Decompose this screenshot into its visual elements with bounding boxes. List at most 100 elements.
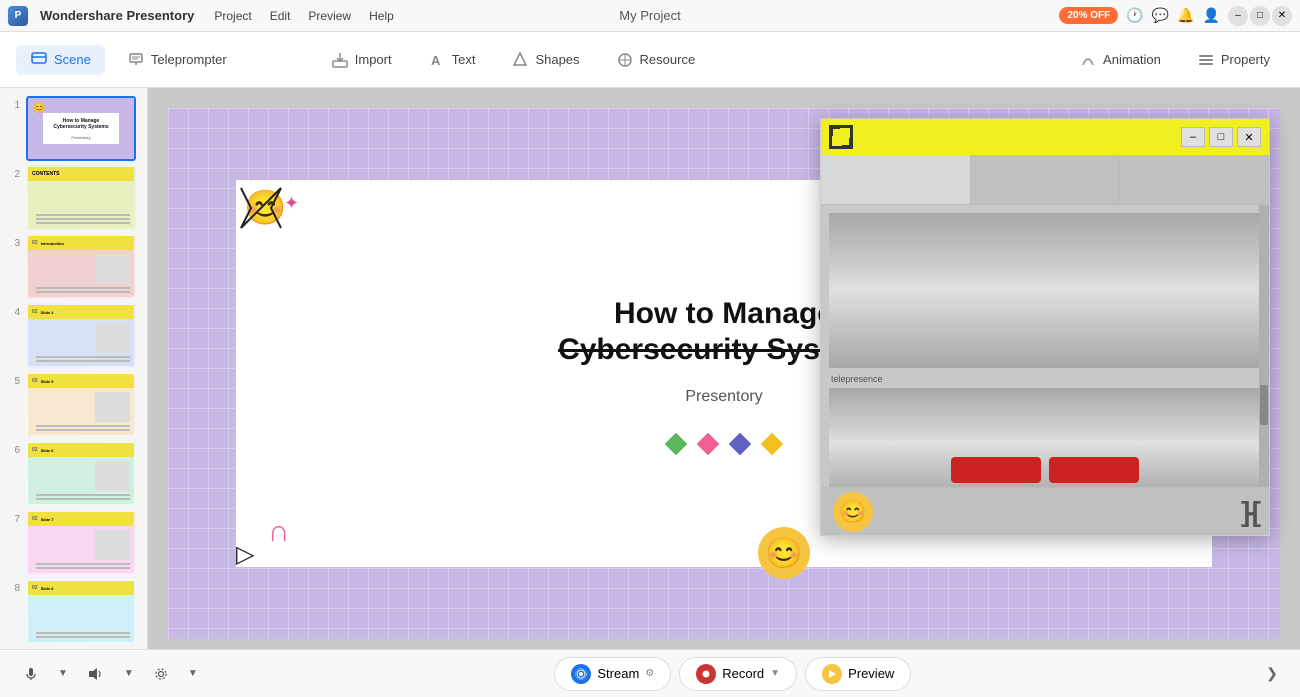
float-red-btn-2[interactable] — [1049, 457, 1139, 483]
menu-edit[interactable]: Edit — [262, 5, 299, 27]
slide-item-7[interactable]: 7 02 Slide 7 — [8, 510, 139, 575]
toolbar-text[interactable]: A Text — [414, 45, 490, 75]
settings-icon — [154, 667, 168, 681]
slide-item-8[interactable]: 8 02 Slide 8 — [8, 579, 139, 644]
speaker-icon — [88, 667, 104, 681]
scene-icon — [30, 51, 48, 69]
import-icon — [331, 51, 349, 69]
stream-icon — [571, 664, 591, 684]
title-bar-right: 20% OFF 🕐 💬 🔔 👤 – □ ✕ — [1059, 6, 1292, 26]
menu-project[interactable]: Project — [206, 5, 259, 27]
scroll-thumb[interactable] — [1260, 385, 1268, 425]
slide-thumb-7[interactable]: 02 Slide 7 — [26, 510, 136, 575]
slide-num-3: 3 — [8, 238, 20, 249]
preview-icon — [822, 664, 842, 684]
expand-button[interactable]: ❯ — [1260, 662, 1284, 686]
slide-item-1[interactable]: 1 How to ManageCybersecurity Systems Pre… — [8, 96, 139, 161]
slide-num-5: 5 — [8, 376, 20, 387]
teleprompter-icon — [127, 51, 145, 69]
toolbar-shapes[interactable]: Shapes — [497, 45, 593, 75]
slide-thumb-3[interactable]: 02 Introduction — [26, 234, 136, 299]
bottom-bar: ▼ ▼ ▼ Stream ⚙ Record ▼ — [0, 649, 1300, 697]
float-maximize-button[interactable]: □ — [1209, 127, 1233, 147]
slide-num-4: 4 — [8, 307, 20, 318]
slide-item-2[interactable]: 2 CONTENTS — [8, 165, 139, 230]
menu-preview[interactable]: Preview — [300, 5, 359, 27]
bell-icon[interactable]: 🔔 — [1177, 7, 1194, 24]
toolbar-animation[interactable]: Animation — [1065, 45, 1175, 75]
maximize-button[interactable]: □ — [1250, 6, 1270, 26]
settings-dropdown[interactable]: ▼ — [180, 664, 206, 683]
promo-badge[interactable]: 20% OFF — [1059, 7, 1118, 24]
floating-window[interactable]: – □ ✕ telepresence — [820, 118, 1270, 536]
float-tab-3[interactable] — [1120, 155, 1269, 204]
stream-button[interactable]: Stream ⚙ — [554, 657, 671, 691]
toolbar-scene[interactable]: Scene — [16, 45, 105, 75]
slide-num-8: 8 — [8, 583, 20, 594]
float-minimize-button[interactable]: – — [1181, 127, 1205, 147]
chat-icon[interactable]: 💬 — [1152, 7, 1169, 24]
diamond-pink — [697, 432, 720, 455]
clock-icon[interactable]: 🕐 — [1126, 7, 1143, 24]
main-area: 1 How to ManageCybersecurity Systems Pre… — [0, 88, 1300, 649]
preview-button[interactable]: Preview — [805, 657, 911, 691]
float-tab-2[interactable] — [971, 155, 1121, 204]
minimize-button[interactable]: – — [1228, 6, 1248, 26]
float-action-buttons — [951, 457, 1139, 483]
resize-icon — [829, 125, 853, 149]
teleprompter-label: Teleprompter — [151, 52, 227, 67]
diamond-green — [665, 432, 688, 455]
slide-num-1: 1 — [8, 100, 20, 111]
toolbar-resource[interactable]: Resource — [602, 45, 710, 75]
text-icon: A — [428, 51, 446, 69]
settings-chevron-icon: ▼ — [188, 668, 198, 679]
menu-help[interactable]: Help — [361, 5, 402, 27]
mic-dropdown[interactable]: ▼ — [50, 664, 76, 683]
slide-content-area: How to Manage Cybersecurity Systems Pres… — [148, 88, 1300, 649]
record-icon — [696, 664, 716, 684]
window-controls: – □ ✕ — [1228, 6, 1292, 26]
slide-item-3[interactable]: 3 02 Introduction — [8, 234, 139, 299]
toolbar-property[interactable]: Property — [1183, 45, 1284, 75]
record-button[interactable]: Record ▼ — [679, 657, 797, 691]
speaker-dropdown[interactable]: ▼ — [116, 664, 142, 683]
stream-label: Stream — [597, 666, 639, 681]
slide-num-2: 2 — [8, 169, 20, 180]
title-bar-left: P Wondershare Presentory Project Edit Pr… — [8, 5, 402, 27]
slide-subtitle: Presentory — [685, 388, 762, 406]
slide-thumb-2[interactable]: CONTENTS — [26, 165, 136, 230]
slide-thumb-5[interactable]: 02 Slide 5 — [26, 372, 136, 437]
animation-label: Animation — [1103, 52, 1161, 67]
animation-icon — [1079, 51, 1097, 69]
toolbar-import[interactable]: Import — [317, 45, 406, 75]
diamond-yellow — [761, 432, 784, 455]
toolbar-teleprompter[interactable]: Teleprompter — [113, 45, 241, 75]
slide-item-5[interactable]: 5 02 Slide 5 — [8, 372, 139, 437]
slide-item-4[interactable]: 4 02 Slide 4 — [8, 303, 139, 368]
speaker-control[interactable] — [80, 663, 112, 685]
float-close-button[interactable]: ✕ — [1237, 127, 1261, 147]
float-tabs — [821, 155, 1269, 205]
record-dropdown-icon[interactable]: ▼ — [770, 668, 780, 679]
float-tab-1[interactable] — [821, 155, 971, 204]
slide-thumb-8[interactable]: 02 Slide 8 — [26, 579, 136, 644]
stream-settings-icon[interactable]: ⚙ — [645, 668, 654, 679]
slide-thumb-4[interactable]: 02 Slide 4 — [26, 303, 136, 368]
bottom-center-controls: Stream ⚙ Record ▼ Preview — [214, 657, 1252, 691]
bottom-left-controls: ▼ ▼ ▼ — [16, 663, 206, 685]
float-red-btn-1[interactable] — [951, 457, 1041, 483]
user-icon[interactable]: 👤 — [1203, 7, 1220, 24]
float-scrollbar[interactable] — [1259, 205, 1269, 487]
slide-thumb-1[interactable]: How to ManageCybersecurity Systems Prese… — [26, 96, 136, 161]
slide-thumb-6[interactable]: 02 Slide 6 — [26, 441, 136, 506]
slide-num-7: 7 — [8, 514, 20, 525]
mic-control[interactable] — [16, 663, 46, 685]
property-label: Property — [1221, 52, 1270, 67]
arrow-deco-bottom: ▷ — [236, 540, 254, 569]
float-title-bar: – □ ✕ — [821, 119, 1269, 155]
shapes-label: Shapes — [535, 52, 579, 67]
close-button[interactable]: ✕ — [1272, 6, 1292, 26]
settings-control[interactable] — [146, 663, 176, 685]
slide-item-6[interactable]: 6 02 Slide 6 — [8, 441, 139, 506]
svg-text:A: A — [431, 53, 441, 68]
